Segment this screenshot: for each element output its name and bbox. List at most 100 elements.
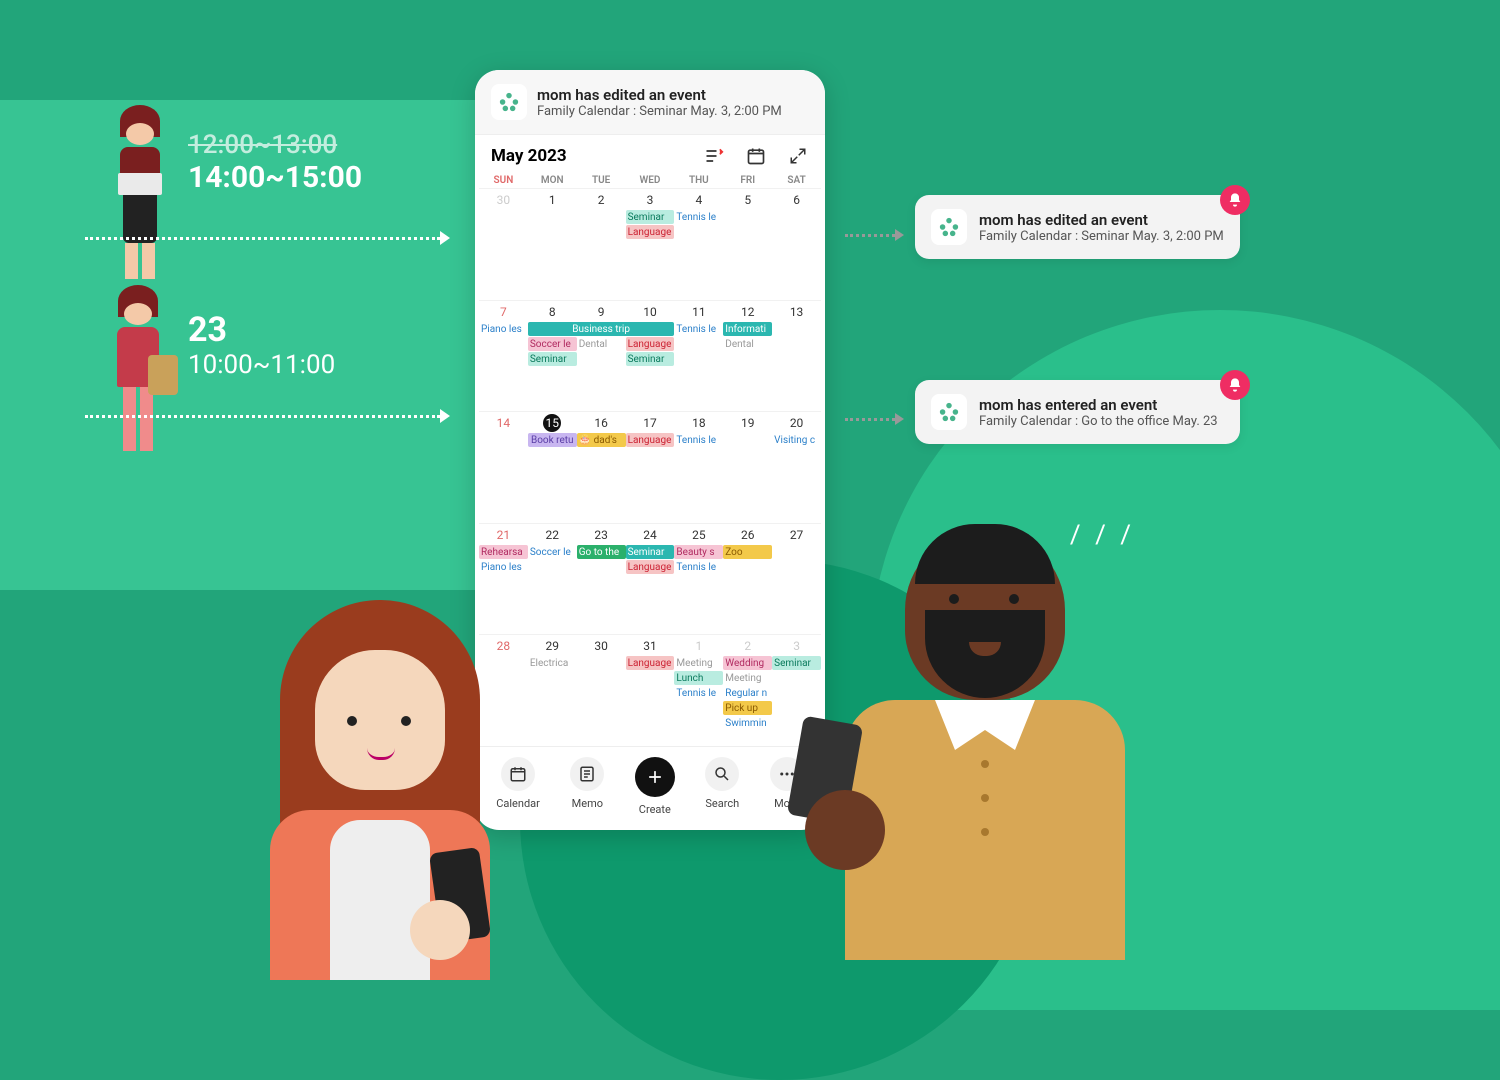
calendar-event[interactable]: Seminar [772,656,821,670]
calendar-event[interactable]: Piano les [479,560,528,574]
tab-bar: Calendar Memo Create Search More [475,746,825,830]
day-cell[interactable]: 3 [772,637,821,655]
calendar-event[interactable]: Zoo [723,545,772,559]
calendar-event[interactable]: Tennis le [674,686,723,700]
calendar-event[interactable]: Rehearsa [479,545,528,559]
day-cell[interactable]: 25 [674,526,723,544]
toast-2[interactable]: mom has entered an eventFamily Calendar … [915,380,1240,444]
event-time: 10:00~11:00 [188,350,335,380]
calendar-event[interactable]: Seminar [626,352,675,366]
push-notification[interactable]: mom has edited an event Family Calendar … [475,70,825,135]
calendar-event[interactable]: Electrica [528,656,577,670]
day-cell[interactable]: 30 [479,191,528,209]
day-cell[interactable]: 4 [674,191,723,209]
day-cell[interactable]: 11 [674,303,723,321]
tab-memo[interactable]: Memo [570,757,604,816]
toast-1[interactable]: mom has edited an eventFamily Calendar :… [915,195,1240,259]
day-cell[interactable]: 16 [577,414,626,432]
calendar-event[interactable]: Lunch [674,671,723,685]
day-cell[interactable]: 14 [479,414,528,432]
day-cell[interactable]: 1 [528,191,577,209]
calendar-event[interactable]: Language [626,225,675,239]
today-icon[interactable] [745,145,767,167]
day-cell[interactable]: 8 [528,303,577,321]
search-icon [713,765,731,783]
calendar-event[interactable]: Language [626,656,675,670]
day-cell[interactable]: 21 [479,526,528,544]
calendar-event[interactable]: Regular n [723,686,772,700]
bell-icon [1220,370,1250,400]
calendar-event[interactable]: Book retu [528,433,577,447]
tab-label: Search [705,797,739,810]
calendar-event[interactable]: Business trip [528,322,675,336]
arrow-line-1 [85,237,440,240]
calendar-event[interactable]: Dental [723,337,772,351]
calendar-event[interactable]: Seminar [626,545,675,559]
day-cell[interactable]: 31 [626,637,675,655]
calendar-event[interactable]: Tennis le [674,560,723,574]
calendar-event[interactable]: Visiting c [772,433,821,447]
month-label[interactable]: May 2023 [491,146,567,166]
calendar-event[interactable]: Seminar [626,210,675,224]
dow-wed: WED [626,175,675,186]
calendar-event[interactable]: Soccer le [528,337,577,351]
calendar-event[interactable]: Soccer le [528,545,577,559]
day-cell[interactable]: 9 [577,303,626,321]
calendar-event[interactable]: Meeting [674,656,723,670]
calendar-event[interactable]: Tennis le [674,322,723,336]
day-cell[interactable]: 15 [528,414,577,432]
day-cell[interactable]: 2 [723,637,772,655]
calendar-grid[interactable]: 30123456SeminarTennis leLanguage78910111… [475,188,825,746]
day-cell[interactable]: 29 [528,637,577,655]
calendar-header: May 2023 [475,135,825,173]
day-cell[interactable]: 13 [772,303,821,321]
calendar-event[interactable]: Pick up [723,701,772,715]
week-row: 14151617181920 Book retu🎂 dad'sLanguageTe… [479,411,821,523]
day-cell[interactable]: 27 [772,526,821,544]
day-cell[interactable]: 7 [479,303,528,321]
calendar-event[interactable]: Beauty s [674,545,723,559]
day-cell[interactable]: 1 [674,637,723,655]
day-cell[interactable]: 12 [723,303,772,321]
calendar-event[interactable]: Meeting [723,671,772,685]
day-cell[interactable]: 19 [723,414,772,432]
tab-search[interactable]: Search [705,757,739,816]
day-cell[interactable]: 10 [626,303,675,321]
calendar-event[interactable]: Language [626,337,675,351]
expand-icon[interactable] [787,145,809,167]
day-cell[interactable]: 18 [674,414,723,432]
calendar-event[interactable]: Tennis le [674,433,723,447]
day-cell[interactable]: 23 [577,526,626,544]
toast-title: mom has edited an event [979,211,1224,229]
toast-subtitle: Family Calendar : Seminar May. 3, 2:00 P… [979,229,1224,244]
day-cell[interactable]: 5 [723,191,772,209]
calendar-event[interactable]: Swimmin [723,716,772,730]
day-cell[interactable]: 22 [528,526,577,544]
bell-icon [1220,185,1250,215]
tab-create[interactable]: Create [635,757,675,816]
arrow-right-2 [845,418,895,421]
day-cell[interactable]: 3 [626,191,675,209]
calendar-event[interactable]: Tennis le [674,210,723,224]
leaf-icon [498,91,520,113]
leaf-icon [938,216,960,238]
day-cell[interactable]: 26 [723,526,772,544]
day-cell[interactable]: 6 [772,191,821,209]
calendar-event[interactable]: 🎂 dad's [577,433,626,447]
day-cell[interactable]: 24 [626,526,675,544]
calendar-event[interactable]: Wedding [723,656,772,670]
calendar-event[interactable]: Seminar [528,352,577,366]
filter-pin-icon[interactable] [703,145,725,167]
day-cell[interactable]: 20 [772,414,821,432]
calendar-event[interactable]: Piano les [479,322,528,336]
calendar-event[interactable]: Language [626,560,675,574]
day-cell[interactable]: 2 [577,191,626,209]
calendar-event[interactable]: Informati [723,322,772,336]
arrow-line-2 [85,415,440,418]
day-cell[interactable]: 17 [626,414,675,432]
old-time-label: 12:00~13:00 14:00~15:00 [188,130,362,195]
calendar-event[interactable]: Language [626,433,675,447]
calendar-event[interactable]: Go to the [577,545,626,559]
calendar-event[interactable]: Dental [577,337,626,351]
day-cell[interactable]: 30 [577,637,626,655]
